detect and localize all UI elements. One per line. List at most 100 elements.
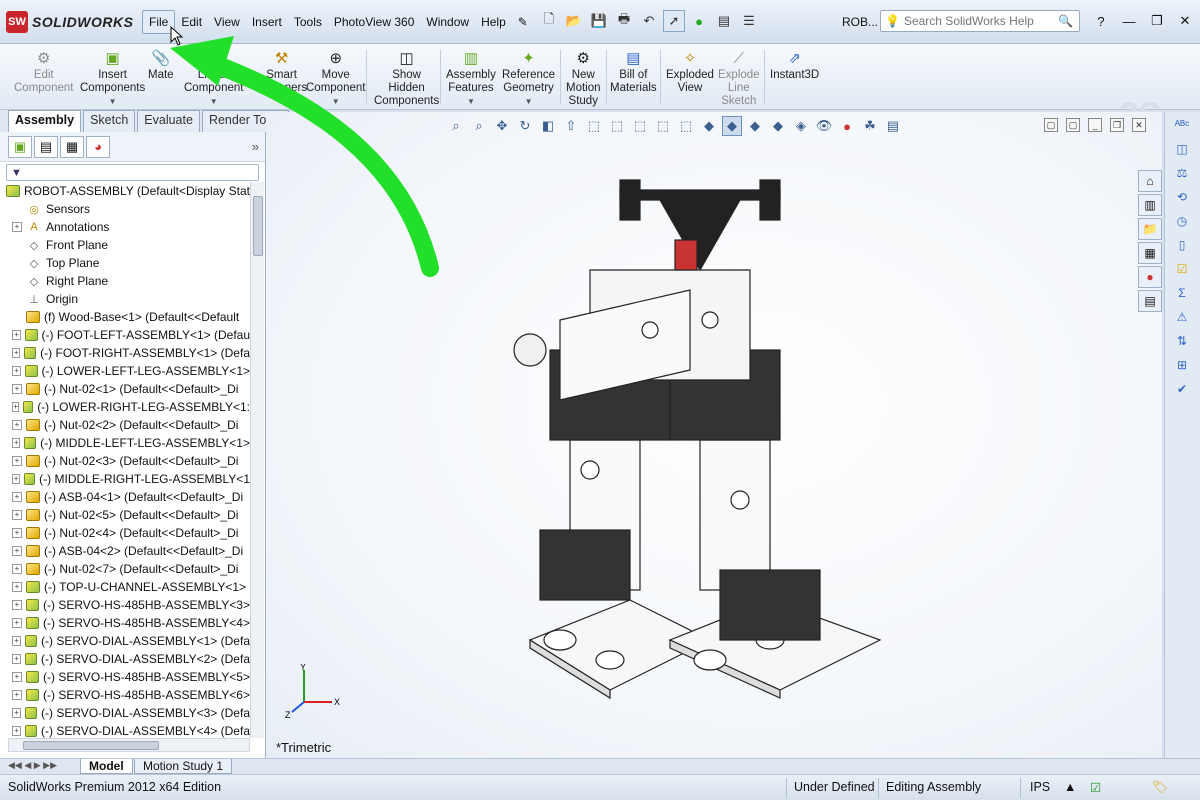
tree-item[interactable]: + (-) FOOT-LEFT-ASSEMBLY<1> (Defau [0, 326, 250, 344]
scrollbar-thumb[interactable] [253, 196, 263, 256]
expand-panel-icon[interactable]: » [252, 139, 259, 154]
exploded-view-button[interactable]: ✧ Exploded View [666, 48, 714, 95]
rotate-icon[interactable]: ↻ [515, 116, 535, 136]
expand-toggle-icon[interactable]: + [12, 348, 21, 358]
tree-item[interactable]: ◇ Front Plane [0, 236, 250, 254]
expand-toggle-icon[interactable]: + [12, 636, 21, 646]
appearances-scenes-icon[interactable]: ● [1138, 266, 1162, 288]
expand-toggle-icon[interactable]: + [12, 420, 22, 430]
solidworks-resources-icon[interactable]: ⌂ [1138, 170, 1162, 192]
linear-component-button[interactable]: ▦ Linear Component ▼ [184, 48, 243, 108]
tree-item[interactable]: (f) Wood-Base<1> (Default<<Default [0, 308, 250, 326]
open-document-icon[interactable]: 📂 [563, 10, 585, 32]
performance-icon[interactable]: ◷ [1171, 210, 1193, 232]
smart-fasteners-button[interactable]: ⚒ Smart Fasteners [256, 48, 307, 95]
menu-help[interactable]: Help [475, 11, 512, 33]
tree-item[interactable]: ⊥ Origin [0, 290, 250, 308]
new-motion-study-button[interactable]: ⚙ New Motion Study [566, 48, 601, 108]
menu-photoview[interactable]: PhotoView 360 [328, 11, 421, 33]
mass-properties-icon[interactable]: ⚖ [1171, 162, 1193, 184]
minimize-icon[interactable]: — [1118, 10, 1140, 32]
close-icon[interactable]: ✕ [1174, 10, 1196, 32]
spell-check-icon[interactable]: ᴬᴮᶜ [1171, 114, 1193, 136]
pin-icon[interactable]: ✎ [512, 11, 534, 33]
appearance-icon[interactable]: ● [837, 116, 857, 136]
explode-line-sketch-button[interactable]: ⟋ Explode Line Sketch [718, 48, 760, 108]
tree-item[interactable]: + (-) SERVO-HS-485HB-ASSEMBLY<4> [0, 614, 250, 632]
design-library-icon[interactable]: ▥ [1138, 194, 1162, 216]
tile-horizontal-icon[interactable]: ▢ [1044, 118, 1058, 132]
menu-window[interactable]: Window [420, 11, 475, 33]
feature-manager-tab-icon[interactable]: ▣ [8, 135, 32, 158]
expand-toggle-icon[interactable]: + [12, 492, 22, 502]
move-component-button[interactable]: ⊕ Move Component ▼ [306, 48, 365, 108]
undo-icon[interactable]: ↶ [638, 10, 660, 32]
pan-icon[interactable]: ✥ [492, 116, 512, 136]
tab-sketch[interactable]: Sketch [83, 110, 136, 132]
tree-item[interactable]: + (-) LOWER-RIGHT-LEG-ASSEMBLY<1: [0, 398, 250, 416]
show-hidden-components-button[interactable]: ◫ Show Hidden Components [374, 48, 439, 108]
configuration-manager-tab-icon[interactable]: ▦ [60, 135, 84, 158]
file-explorer-icon[interactable]: 📁 [1138, 218, 1162, 240]
bill-of-materials-button[interactable]: ▤ Bill of Materials [610, 48, 657, 95]
expand-toggle-icon[interactable]: + [12, 600, 22, 610]
perspective-icon[interactable]: ◆ [745, 116, 765, 136]
instant3d-button[interactable]: ⇗ Instant3D [770, 48, 819, 82]
tree-item[interactable]: + (-) TOP-U-CHANNEL-ASSEMBLY<1> [0, 578, 250, 596]
edit-component-button[interactable]: ⚙ Edit Component [14, 48, 73, 95]
scrollbar-thumb[interactable] [23, 741, 159, 750]
align-icon[interactable]: ⇅ [1171, 330, 1193, 352]
expand-toggle-icon[interactable]: + [12, 456, 22, 466]
expand-toggle-icon[interactable]: + [12, 708, 21, 718]
hide-show-items-icon[interactable]: 👁 [814, 116, 834, 136]
section-view-icon[interactable]: ◧ [538, 116, 558, 136]
tree-item[interactable]: + (-) Nut-02<1> (Default<<Default>_Di [0, 380, 250, 398]
tree-item[interactable]: + (-) SERVO-DIAL-ASSEMBLY<2> (Defa [0, 650, 250, 668]
tree-item[interactable]: + (-) LOWER-LEFT-LEG-ASSEMBLY<1> [0, 362, 250, 380]
assembly-features-button[interactable]: ▥ Assembly Features ▼ [446, 48, 496, 108]
expand-toggle-icon[interactable]: + [12, 582, 22, 592]
search-icon[interactable]: 🔍 [1058, 14, 1073, 28]
tab-navigation-arrows[interactable]: ◀◀ ◀ ▶ ▶▶ [8, 760, 57, 771]
task-icon[interactable]: ☑ [1171, 258, 1193, 280]
expand-toggle-icon[interactable]: + [12, 726, 21, 736]
expand-toggle-icon[interactable]: + [12, 564, 22, 574]
zoom-to-fit-icon[interactable]: ⌕ [446, 116, 466, 136]
display-style-icon[interactable]: ◆ [699, 116, 719, 136]
viewport-minimize-icon[interactable]: _ [1088, 118, 1102, 132]
rebuild-icon[interactable]: ⟲ [1171, 186, 1193, 208]
tag-icon[interactable]: 🏷 [1152, 780, 1168, 795]
property-manager-tab-icon[interactable]: ▤ [34, 135, 58, 158]
viewport-close-icon[interactable]: ✕ [1132, 118, 1146, 132]
save-icon[interactable]: 💾 [588, 10, 610, 32]
view-settings-icon[interactable]: ◆ [768, 116, 788, 136]
rebuild-traffic-light-icon[interactable]: ● [688, 10, 710, 32]
tree-vertical-scrollbar[interactable] [250, 182, 264, 738]
tree-item[interactable]: + (-) SERVO-HS-485HB-ASSEMBLY<5> [0, 668, 250, 686]
expand-toggle-icon[interactable]: + [12, 690, 22, 700]
viewport-restore-icon[interactable]: ❐ [1110, 118, 1124, 132]
select-pointer-icon[interactable]: ➚ [663, 10, 685, 32]
menu-tools[interactable]: Tools [288, 11, 328, 33]
expand-toggle-icon[interactable]: + [12, 546, 22, 556]
ruler-icon[interactable]: ▯ [1171, 234, 1193, 256]
expand-toggle-icon[interactable]: + [12, 366, 21, 376]
reference-geometry-button[interactable]: ✦ Reference Geometry ▼ [502, 48, 555, 108]
menu-insert[interactable]: Insert [246, 11, 288, 33]
tree-item[interactable]: + (-) ASB-04<2> (Default<<Default>_Di [0, 542, 250, 560]
solidworks-logo[interactable]: SW SOLIDWORKS [6, 8, 133, 36]
expand-toggle-icon[interactable]: + [12, 510, 22, 520]
view-palette-icon[interactable]: ▦ [1138, 242, 1162, 264]
expand-toggle-icon[interactable]: + [12, 474, 21, 484]
isometric-icon[interactable]: ◆ [722, 116, 742, 136]
tree-item[interactable]: + (-) FOOT-RIGHT-ASSEMBLY<1> (Defa [0, 344, 250, 362]
search-input[interactable] [903, 14, 1054, 28]
insert-components-button[interactable]: ▣ Insert Components ▼ [80, 48, 145, 108]
tree-item[interactable]: + (-) SERVO-HS-485HB-ASSEMBLY<3> [0, 596, 250, 614]
tree-item[interactable]: ◇ Top Plane [0, 254, 250, 272]
tree-item[interactable]: + (-) SERVO-DIAL-ASSEMBLY<4> (Defa [0, 722, 250, 738]
tree-item[interactable]: + (-) SERVO-DIAL-ASSEMBLY<1> (Defa [0, 632, 250, 650]
print-icon[interactable]: 🖶 [613, 10, 635, 32]
view-orientation-icon[interactable]: ⇧ [561, 116, 581, 136]
wireframe-icon[interactable]: ⬚ [584, 116, 604, 136]
